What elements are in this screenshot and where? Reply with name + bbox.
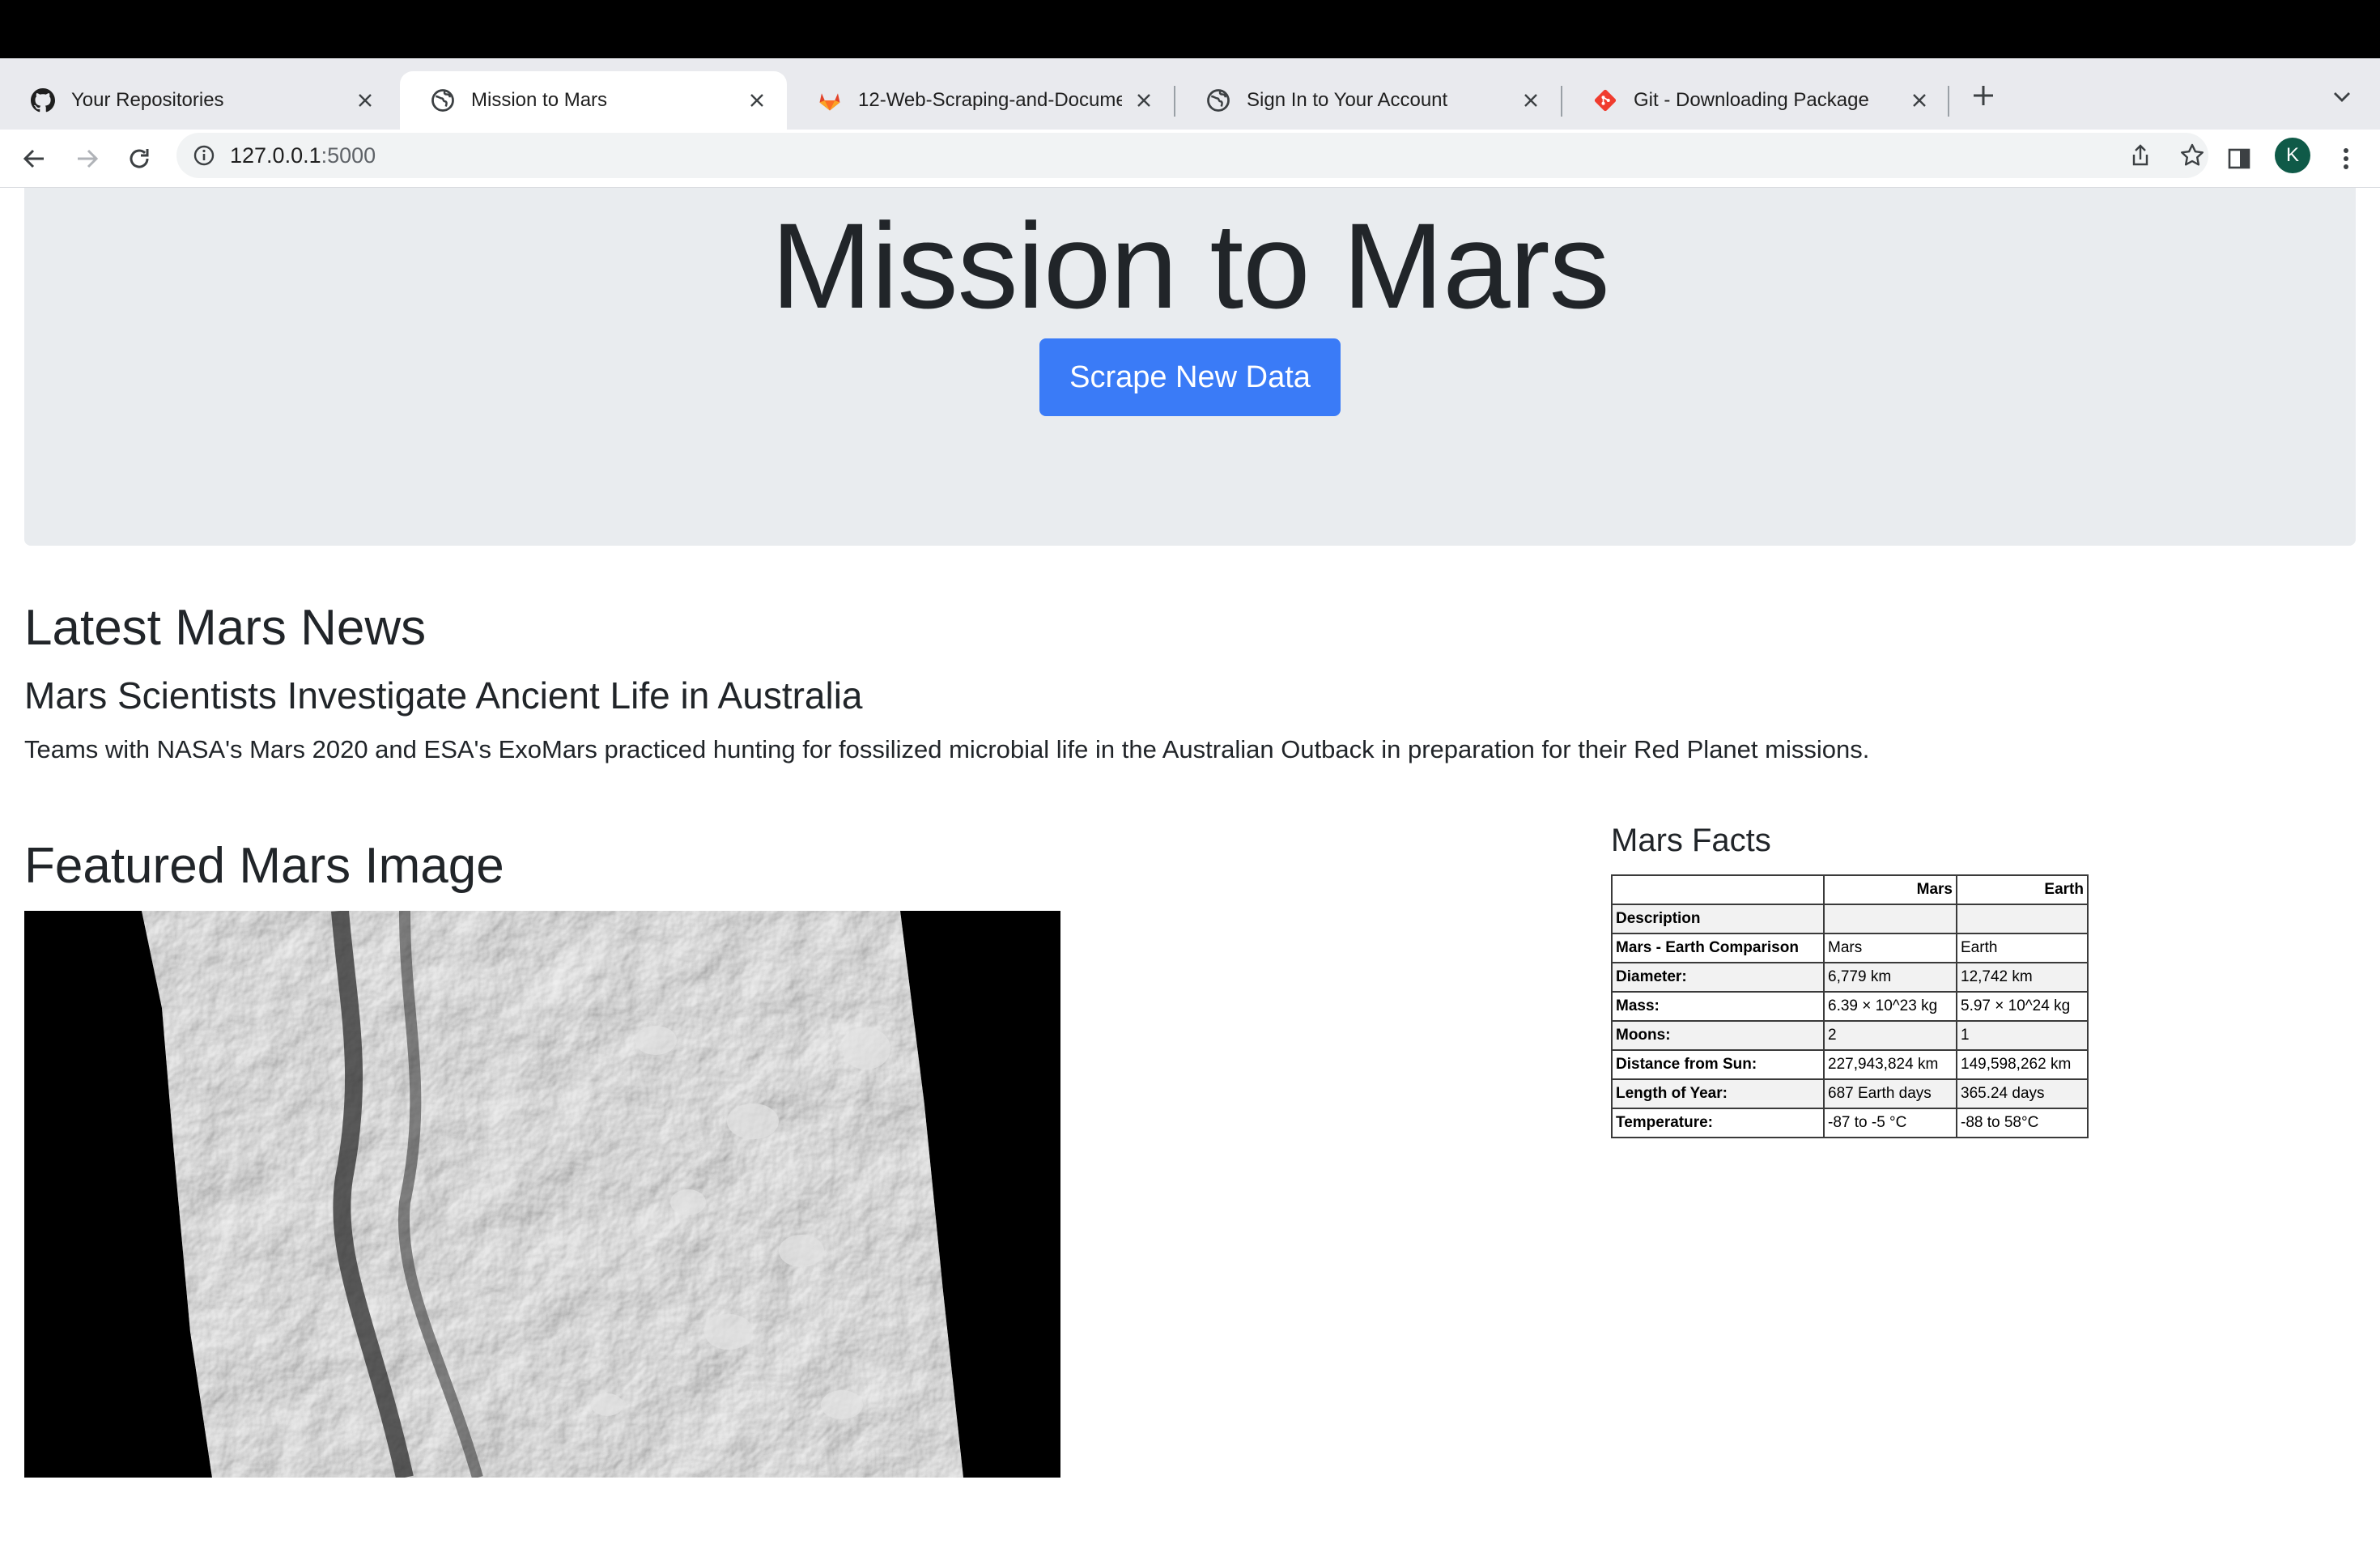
mars-value bbox=[1823, 904, 1957, 934]
tab-title: Mission to Mars bbox=[471, 89, 608, 111]
profile-avatar[interactable]: K bbox=[2275, 138, 2310, 173]
table-header-cell bbox=[1611, 874, 1825, 905]
window-top-bar bbox=[0, 0, 2380, 58]
mars-facts-table: Mars Earth Description Mars - Earth Comp… bbox=[1611, 874, 2089, 1138]
table-row: Moons: 2 1 bbox=[1611, 1020, 2089, 1051]
row-label: Moons: bbox=[1611, 1020, 1825, 1051]
globe-icon bbox=[1206, 88, 1230, 113]
row-label: Diameter: bbox=[1611, 962, 1825, 993]
git-icon bbox=[1593, 88, 1617, 113]
earth-value: 149,598,262 km bbox=[1956, 1049, 2089, 1080]
tab-title: Git - Downloading Package bbox=[1634, 89, 1869, 111]
mars-value: -87 to -5 °C bbox=[1823, 1108, 1957, 1138]
tab-title: Your Repositories bbox=[71, 89, 224, 111]
forward-arrow-icon[interactable] bbox=[71, 142, 104, 175]
share-icon[interactable] bbox=[2124, 139, 2157, 172]
more-menu-icon[interactable] bbox=[2330, 142, 2362, 175]
news-heading: Latest Mars News bbox=[24, 600, 427, 656]
mars-facts-heading: Mars Facts bbox=[1611, 823, 1771, 858]
mars-value: Mars bbox=[1823, 933, 1957, 963]
earth-value: 12,742 km bbox=[1956, 962, 2089, 993]
row-label: Distance from Sun: bbox=[1611, 1049, 1825, 1080]
earth-value: 1 bbox=[1956, 1020, 2089, 1051]
mars-value: 687 Earth days bbox=[1823, 1078, 1957, 1109]
scrape-new-data-button[interactable]: Scrape New Data bbox=[1039, 338, 1341, 416]
table-row: Diameter: 6,779 km 12,742 km bbox=[1611, 962, 2089, 993]
close-icon[interactable] bbox=[1907, 88, 1932, 113]
earth-value: -88 to 58°C bbox=[1956, 1108, 2089, 1138]
table-row: Mass: 6.39 × 10^23 kg 5.97 × 10^24 kg bbox=[1611, 991, 2089, 1022]
row-label: Mars - Earth Comparison bbox=[1611, 933, 1825, 963]
table-row: Temperature: -87 to -5 °C -88 to 58°C bbox=[1611, 1108, 2089, 1138]
featured-mars-image bbox=[24, 911, 1060, 1478]
tab-title: Sign In to Your Account bbox=[1247, 89, 1448, 111]
close-icon[interactable] bbox=[353, 88, 377, 113]
earth-value: 365.24 days bbox=[1956, 1078, 2089, 1109]
tab-sign-in[interactable]: Sign In to Your Account bbox=[1175, 71, 1561, 130]
earth-value bbox=[1956, 904, 2089, 934]
github-icon bbox=[31, 88, 55, 113]
mars-value: 6,779 km bbox=[1823, 962, 1957, 993]
tab-separator bbox=[1948, 86, 1949, 117]
earth-value: 5.97 × 10^24 kg bbox=[1956, 991, 2089, 1022]
back-arrow-icon[interactable] bbox=[18, 142, 50, 175]
row-label: Mass: bbox=[1611, 991, 1825, 1022]
mars-value: 2 bbox=[1823, 1020, 1957, 1051]
news-paragraph: Teams with NASA's Mars 2020 and ESA's Ex… bbox=[24, 735, 1870, 763]
table-row: Distance from Sun: 227,943,824 km 149,59… bbox=[1611, 1049, 2089, 1080]
globe-icon bbox=[431, 88, 455, 113]
row-label: Description bbox=[1611, 904, 1825, 934]
tab-git-download[interactable]: Git - Downloading Package bbox=[1562, 71, 1949, 130]
table-header-cell: Earth bbox=[1956, 874, 2089, 905]
table-header-row: Mars Earth bbox=[1611, 874, 2089, 905]
info-icon[interactable] bbox=[191, 142, 217, 168]
row-label: Temperature: bbox=[1611, 1108, 1825, 1138]
close-icon[interactable] bbox=[1519, 88, 1543, 113]
table-row: Length of Year: 687 Earth days 365.24 da… bbox=[1611, 1078, 2089, 1109]
table-row: Description bbox=[1611, 904, 2089, 934]
gitlab-icon bbox=[818, 88, 842, 113]
url-host: 127.0.0.1 bbox=[230, 143, 321, 168]
featured-image-heading: Featured Mars Image bbox=[24, 838, 504, 894]
tab-gitlab-project[interactable]: 12-Web-Scraping-and-Docume bbox=[787, 71, 1174, 130]
jumbotron: Mission to Mars Scrape New Data bbox=[24, 188, 2356, 546]
bookmark-star-icon[interactable] bbox=[2176, 139, 2208, 172]
news-title: Mars Scientists Investigate Ancient Life… bbox=[24, 674, 863, 717]
tab-strip: Your Repositories Mission to Mars 12-Web… bbox=[0, 58, 2380, 130]
plus-icon[interactable] bbox=[1969, 81, 1998, 110]
url-text: 127.0.0.1:5000 bbox=[230, 143, 376, 168]
tab-your-repositories[interactable]: Your Repositories bbox=[0, 71, 395, 130]
table-row: Mars - Earth Comparison Mars Earth bbox=[1611, 933, 2089, 963]
close-icon[interactable] bbox=[1132, 88, 1156, 113]
tab-title: 12-Web-Scraping-and-Docume bbox=[858, 89, 1122, 111]
url-port: :5000 bbox=[321, 143, 376, 168]
reload-icon[interactable] bbox=[123, 142, 155, 175]
mars-value: 227,943,824 km bbox=[1823, 1049, 1957, 1080]
table-header-cell: Mars bbox=[1823, 874, 1957, 905]
tab-mission-to-mars[interactable]: Mission to Mars bbox=[400, 71, 787, 130]
mars-value: 6.39 × 10^23 kg bbox=[1823, 991, 1957, 1022]
page-title: Mission to Mars bbox=[771, 198, 1609, 334]
earth-value: Earth bbox=[1956, 933, 2089, 963]
address-bar[interactable]: 127.0.0.1:5000 bbox=[176, 133, 2208, 178]
row-label: Length of Year: bbox=[1611, 1078, 1825, 1109]
chevron-down-icon[interactable] bbox=[2330, 84, 2354, 108]
close-icon[interactable] bbox=[745, 88, 769, 113]
side-panel-icon[interactable] bbox=[2223, 142, 2255, 175]
